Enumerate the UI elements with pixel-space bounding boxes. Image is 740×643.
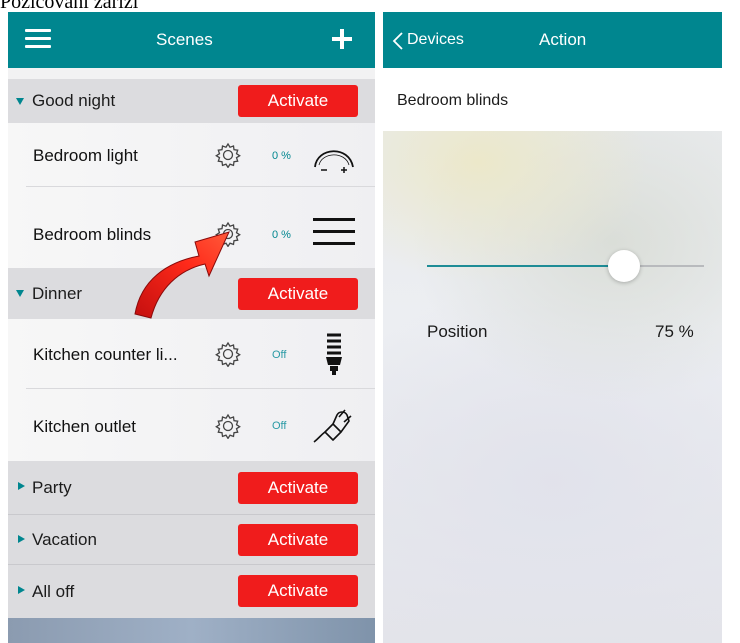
position-value: 75 % [655,322,694,341]
activate-good-night-button[interactable]: Activate [238,85,358,117]
device-name: Kitchen outlet [33,417,137,436]
scene-name: All off [32,582,75,601]
scene-row-all-off[interactable]: All off Activate [8,564,375,618]
activate-dinner-button[interactable]: Activate [238,278,358,310]
gear-icon[interactable] [215,413,241,439]
device-row-bedroom-blinds[interactable]: Bedroom blinds 0 % [8,187,375,268]
device-value: Off [272,420,287,432]
scene-row-party[interactable]: Party Activate [8,461,375,514]
gear-icon[interactable] [215,142,241,168]
chevron-left-icon[interactable] [392,32,404,50]
bulb-icon[interactable] [321,331,347,377]
chevron-down-icon [16,98,24,105]
background-strip [8,618,375,643]
device-row-kitchen-outlet[interactable]: Kitchen outlet Off [8,389,375,461]
device-value: Off [272,349,287,361]
action-navbar: Devices Action [383,12,722,68]
device-row-bedroom-light[interactable]: Bedroom light 0 % [8,123,375,187]
page-title: Scenes [156,30,213,49]
scene-row-good-night[interactable]: Good night Activate [8,79,375,123]
plus-icon[interactable] [332,29,352,49]
dimmer-icon[interactable] [311,135,357,175]
slider-fill [427,265,624,267]
chevron-right-icon [18,535,25,543]
action-screen: Devices Action Bedroom blinds Position 7… [383,12,722,643]
scene-name: Party [32,478,72,497]
blinds-icon[interactable] [311,215,357,249]
scene-name: Good night [32,91,116,110]
activate-vacation-button[interactable]: Activate [238,524,358,556]
scene-name: Vacation [32,530,97,549]
chevron-right-icon [18,586,25,594]
gear-icon[interactable] [215,341,241,367]
position-label: Position [427,322,488,341]
page-title: Action [539,30,587,49]
chevron-right-icon [18,482,25,490]
gear-icon[interactable] [215,221,241,247]
position-slider[interactable] [427,250,704,282]
device-row-kitchen-counter[interactable]: Kitchen counter li... Off [8,319,375,389]
scene-row-dinner[interactable]: Dinner Activate [8,268,375,319]
activate-party-button[interactable]: Activate [238,472,358,504]
activate-all-off-button[interactable]: Activate [238,575,358,607]
device-value: 0 % [272,229,291,241]
chevron-down-icon [16,290,24,297]
device-name: Bedroom light [33,146,138,165]
device-title: Bedroom blinds [397,92,509,109]
scene-row-vacation[interactable]: Vacation Activate [8,514,375,564]
menu-icon[interactable] [25,29,51,49]
device-name: Bedroom blinds [33,225,152,244]
device-value: 0 % [272,150,291,162]
device-header: Bedroom blinds [383,68,722,131]
plug-icon[interactable] [311,405,355,445]
slider-thumb[interactable] [607,250,640,282]
scenes-navbar: Scenes [8,12,375,68]
scenes-screen: Scenes Good night Activate Bedroom light… [8,12,375,643]
device-name: Kitchen counter li... [33,345,178,364]
back-button[interactable]: Devices [407,12,464,68]
scene-name: Dinner [32,284,83,303]
